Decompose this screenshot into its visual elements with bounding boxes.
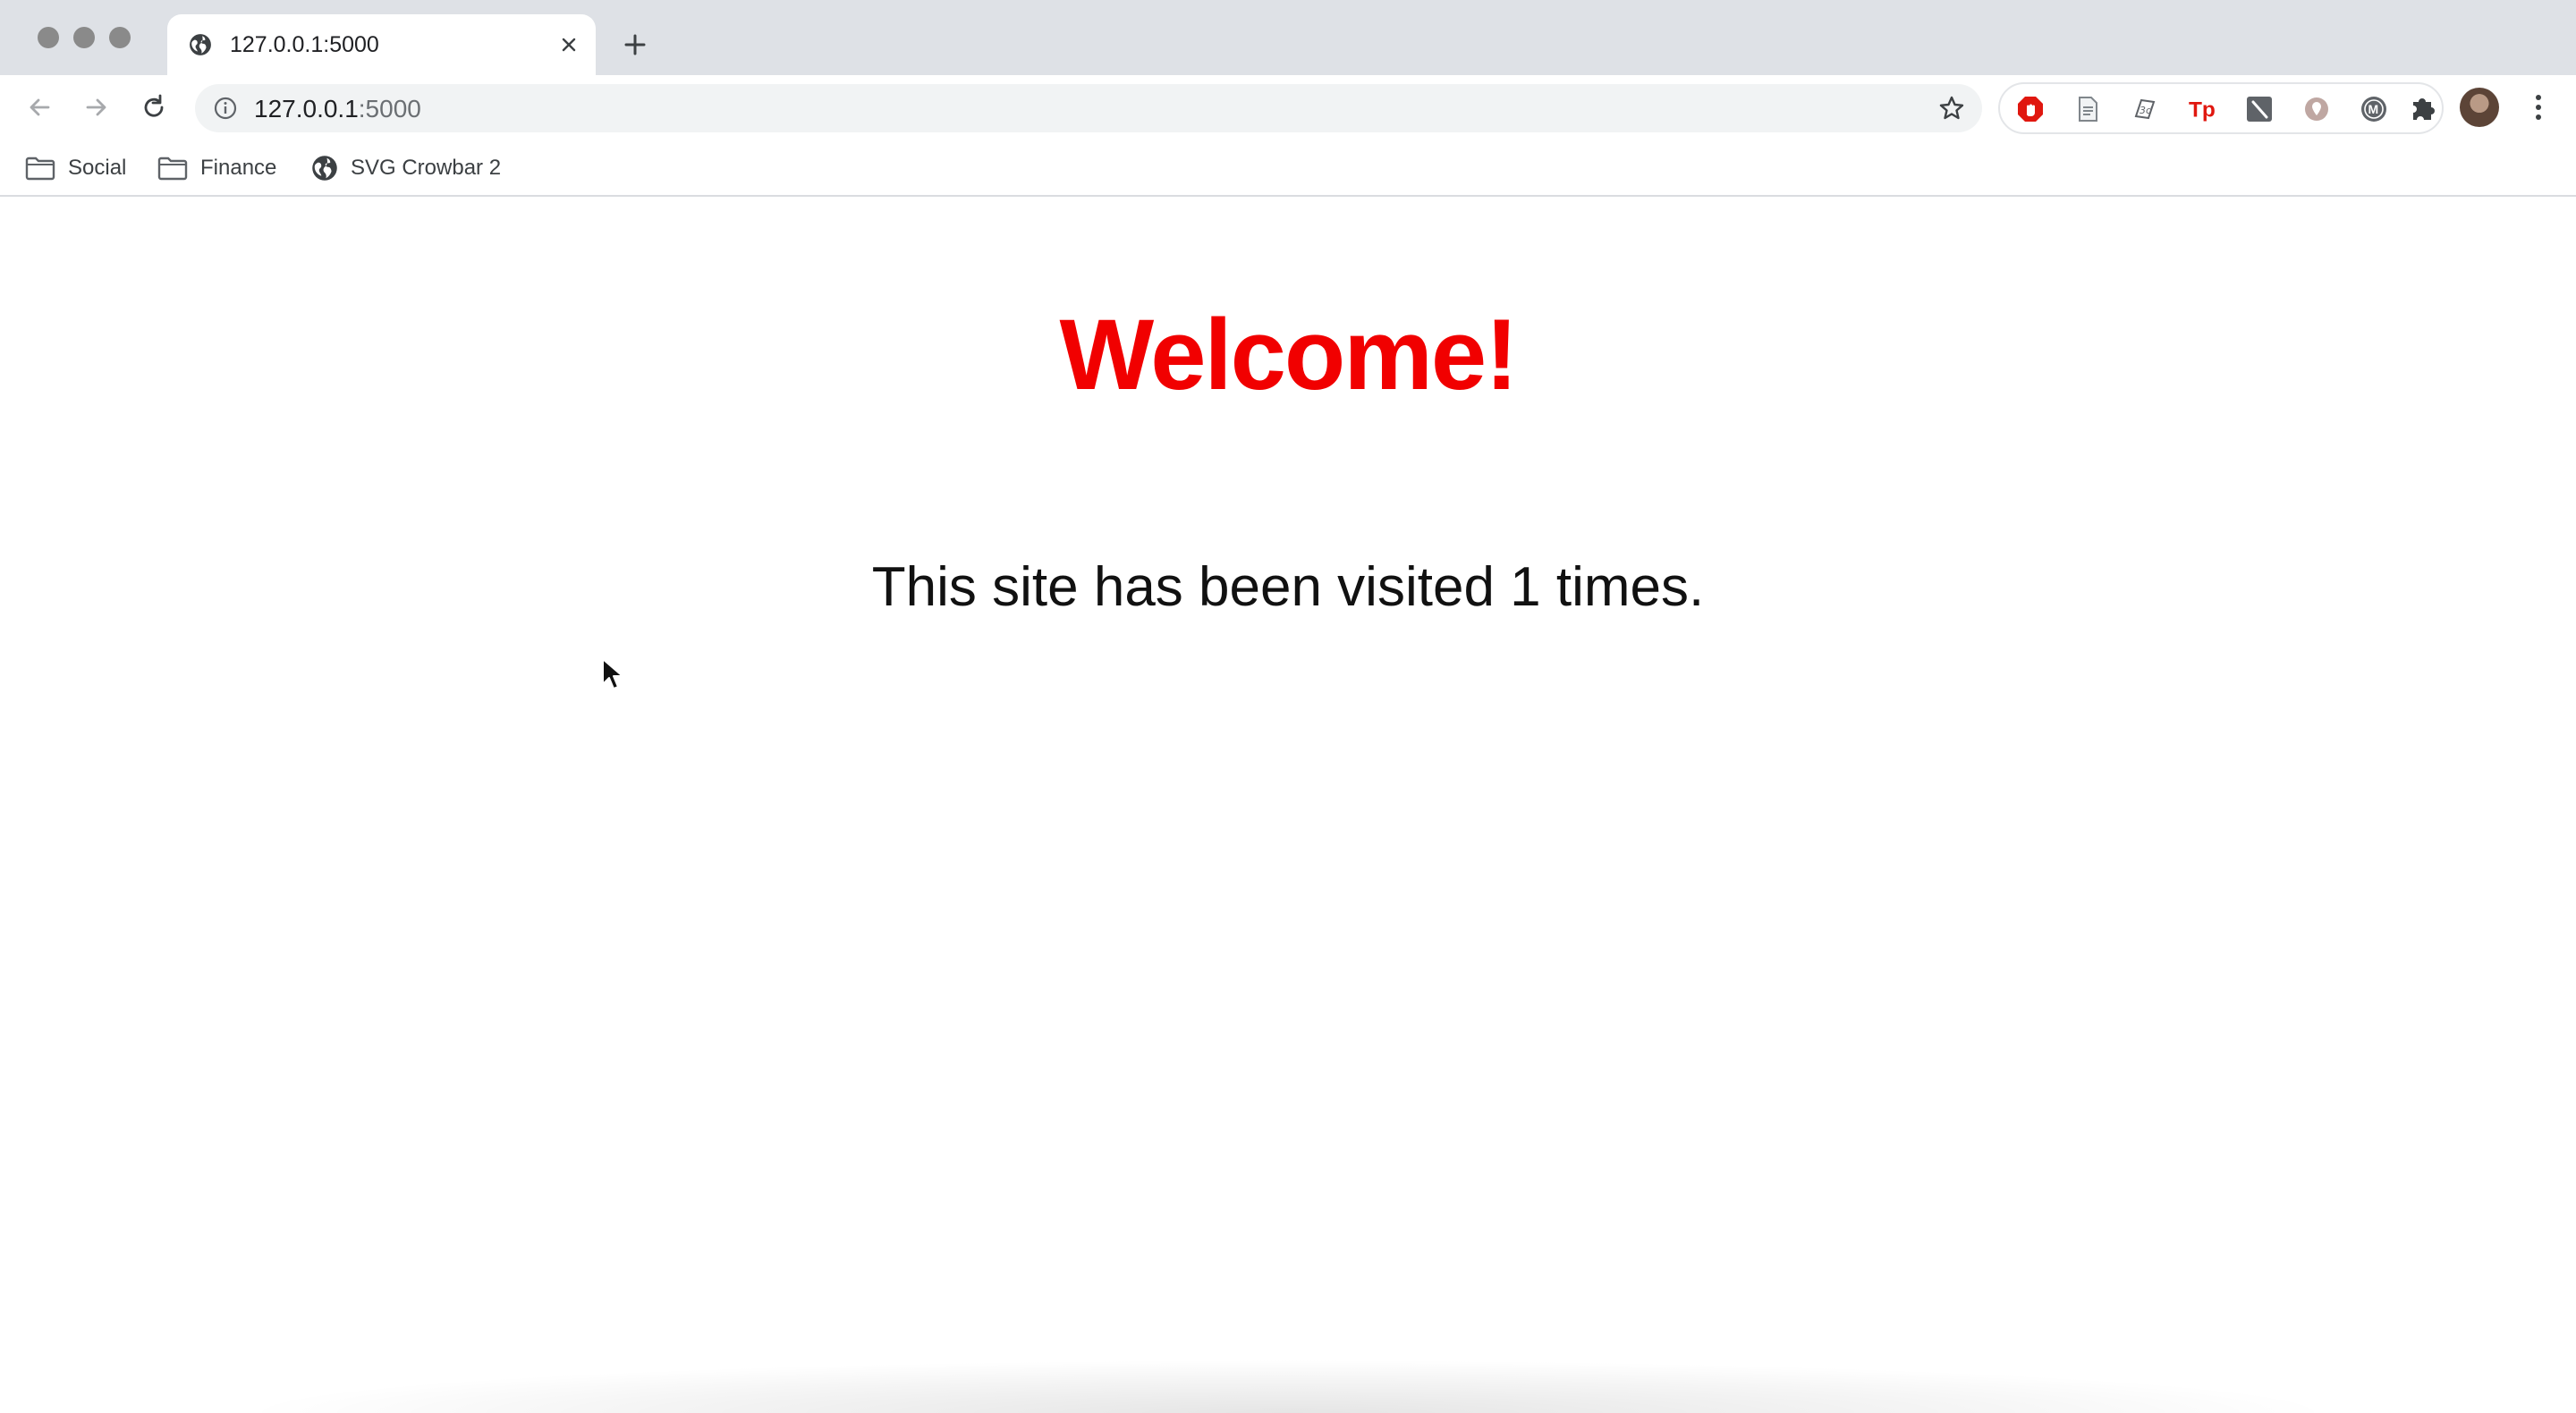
pen-icon[interactable] bbox=[2245, 95, 2274, 123]
url-host: 127.0.0.1 bbox=[254, 95, 359, 123]
plus-icon bbox=[624, 34, 646, 55]
tab-strip: 127.0.0.1:5000 bbox=[0, 0, 2576, 75]
bookmark-label: Finance bbox=[200, 156, 277, 180]
arrow-right-icon bbox=[86, 98, 106, 116]
window-maximize-button[interactable] bbox=[109, 27, 131, 48]
svg-text:3d: 3d bbox=[2140, 105, 2153, 116]
bookmark-star-icon[interactable] bbox=[1937, 94, 1966, 123]
back-button[interactable] bbox=[20, 88, 59, 127]
adblock-icon[interactable] bbox=[2016, 95, 2045, 123]
window-minimize-button[interactable] bbox=[73, 27, 95, 48]
bookmark-folder-finance[interactable]: Finance bbox=[157, 150, 276, 186]
address-bar[interactable]: 127.0.0.1:5000 bbox=[195, 84, 1982, 132]
document-icon[interactable] bbox=[2073, 95, 2102, 123]
visit-count-text: This site has been visited 1 times. bbox=[871, 556, 1705, 618]
svg-text:Tp: Tp bbox=[2189, 97, 2216, 122]
extensions-puzzle-icon[interactable] bbox=[2406, 91, 2438, 123]
reload-icon bbox=[144, 94, 164, 117]
profile-avatar[interactable] bbox=[2460, 88, 2499, 127]
bookmark-svg-crowbar[interactable]: SVG Crowbar 2 bbox=[311, 150, 501, 186]
globe-icon bbox=[312, 156, 337, 181]
info-icon[interactable] bbox=[213, 96, 238, 121]
location-pin-icon[interactable] bbox=[2302, 95, 2331, 123]
arrow-left-icon bbox=[30, 98, 50, 116]
more-menu-icon[interactable] bbox=[2522, 89, 2555, 125]
globe-icon bbox=[190, 34, 211, 55]
browser-window: 127.0.0.1:5000 127.0.0.1:5000 3d Tp M So… bbox=[0, 0, 2576, 1413]
url-port: :5000 bbox=[358, 95, 421, 123]
window-shadow bbox=[233, 1359, 2343, 1413]
mouse-cursor-icon bbox=[602, 658, 623, 690]
folder-icon bbox=[157, 157, 188, 181]
extensions-bar: 3d Tp M bbox=[1998, 82, 2444, 134]
page-heading: Welcome! bbox=[1059, 299, 1519, 410]
url-text: 127.0.0.1:5000 bbox=[254, 96, 421, 123]
svg-text:M: M bbox=[2368, 102, 2379, 116]
page-content: Welcome! This site has been visited 1 ti… bbox=[0, 199, 2576, 1413]
tp-icon[interactable]: Tp bbox=[2188, 95, 2216, 123]
3d-model-icon[interactable]: 3d bbox=[2131, 95, 2159, 123]
reload-button[interactable] bbox=[134, 88, 174, 127]
bookmark-label: Social bbox=[68, 156, 127, 180]
tab-title: 127.0.0.1:5000 bbox=[230, 32, 379, 57]
tab-active[interactable]: 127.0.0.1:5000 bbox=[167, 14, 596, 75]
forward-button[interactable] bbox=[77, 88, 116, 127]
toolbar: 127.0.0.1:5000 3d Tp M bbox=[0, 75, 2576, 140]
bookmark-label: SVG Crowbar 2 bbox=[351, 156, 502, 180]
bookmark-folder-social[interactable]: Social bbox=[25, 150, 126, 186]
close-tab-icon[interactable] bbox=[556, 32, 581, 57]
m-icon[interactable]: M bbox=[2360, 95, 2388, 123]
new-tab-button[interactable] bbox=[617, 27, 653, 63]
folder-icon bbox=[25, 157, 55, 181]
window-close-button[interactable] bbox=[38, 27, 59, 48]
bookmarks-bar: Social Finance SVG Crowbar 2 bbox=[0, 140, 2576, 197]
